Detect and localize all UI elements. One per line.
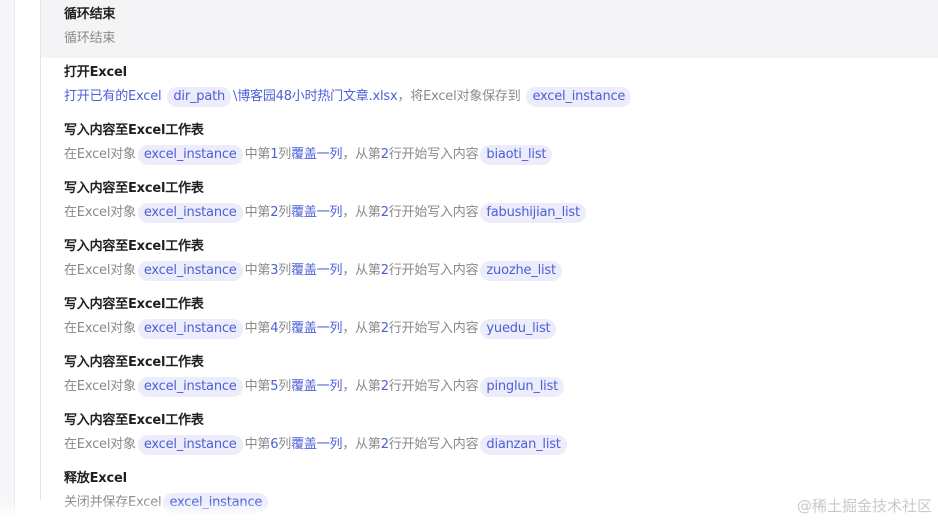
step-write-excel[interactable]: 写入内容至Excel工作表 在Excel对象 excel_instance 中第1列… (41, 116, 938, 174)
step-title: 写入内容至Excel工作表 (64, 297, 204, 312)
watermark: @稀土掘金技术社区 (796, 497, 932, 515)
row-number: 2 (380, 379, 389, 394)
write-mode[interactable]: 覆盖一列 (291, 263, 342, 278)
desc-text: 行开始写入内容 (388, 321, 479, 336)
write-mode[interactable]: 覆盖一列 (291, 205, 342, 220)
desc-text: 列 (278, 379, 292, 394)
desc-text: 列 (278, 147, 292, 162)
step-title: 写入内容至Excel工作表 (64, 123, 204, 138)
step-title: 写入内容至Excel工作表 (64, 181, 204, 196)
step-desc: 循环结束 (64, 31, 116, 46)
step-write-excel[interactable]: 写入内容至Excel工作表 在Excel对象 excel_instance 中第4列… (41, 290, 938, 348)
desc-text: ，从第 (342, 147, 381, 162)
variable-chip-dir-path[interactable]: dir_path (167, 87, 232, 107)
step-desc: 打开已有的Excel dir_path \博客园48小时热门文章.xlsx，将Ex… (64, 86, 938, 108)
desc-text: 列 (278, 437, 292, 452)
desc-prefix: 在Excel对象 (64, 205, 136, 220)
step-desc: 在Excel对象 excel_instance 中第1列覆盖一列，从第2行开始写入内… (64, 144, 938, 166)
step-write-excel[interactable]: 写入内容至Excel工作表 在Excel对象 excel_instance 中第3列… (41, 232, 938, 290)
write-mode[interactable]: 覆盖一列 (291, 321, 342, 336)
row-number: 2 (380, 263, 389, 278)
variable-chip-excel-instance[interactable]: excel_instance (137, 377, 243, 397)
desc-prefix: 在Excel对象 (64, 379, 136, 394)
row-number: 2 (380, 437, 389, 452)
desc-prefix: 在Excel对象 (64, 321, 136, 336)
write-mode[interactable]: 覆盖一列 (291, 437, 342, 452)
desc-prefix: 在Excel对象 (64, 437, 136, 452)
variable-chip-excel-instance[interactable]: excel_instance (137, 261, 243, 281)
variable-chip-excel-instance[interactable]: excel_instance (137, 145, 243, 165)
variable-chip-excel-instance[interactable]: excel_instance (137, 319, 243, 339)
row-number: 2 (380, 205, 389, 220)
row-number: 2 (380, 321, 389, 336)
variable-chip-content[interactable]: fabushijian_list (480, 203, 586, 223)
step-desc: 在Excel对象 excel_instance 中第6列覆盖一列，从第2行开始写入内… (64, 434, 938, 456)
variable-chip-content[interactable]: pinglun_list (480, 377, 565, 397)
variable-chip-content[interactable]: dianzan_list (480, 435, 567, 455)
desc-text: 列 (278, 321, 292, 336)
variable-chip-content[interactable]: yuedu_list (480, 319, 557, 339)
variable-chip-excel-instance[interactable]: excel_instance (137, 203, 243, 223)
desc-text: 行开始写入内容 (388, 205, 479, 220)
step-open-excel[interactable]: 打开Excel 打开已有的Excel dir_path \博客园48小时热门文章.… (41, 58, 938, 116)
desc-text: 中第 (244, 379, 271, 394)
desc-text: 中第 (244, 147, 271, 162)
desc-prefix: 在Excel对象 (64, 263, 136, 278)
variable-chip-excel-instance[interactable]: excel_instance (137, 435, 243, 455)
desc-text: 中第 (244, 263, 271, 278)
path-suffix: \博客园48小时热门文章.xlsx (233, 89, 398, 104)
desc-text: 中第 (244, 321, 271, 336)
desc-text: 行开始写入内容 (388, 147, 479, 162)
step-desc: 在Excel对象 excel_instance 中第5列覆盖一列，从第2行开始写入内… (64, 376, 938, 398)
step-desc: 在Excel对象 excel_instance 中第2列覆盖一列，从第2行开始写入内… (64, 202, 938, 224)
left-gutter (0, 0, 15, 521)
variable-chip-excel-instance[interactable]: excel_instance (526, 87, 632, 107)
desc-prefix: 在Excel对象 (64, 147, 136, 162)
step-loop-end[interactable]: 循环结束 循环结束 (41, 0, 938, 58)
step-write-excel[interactable]: 写入内容至Excel工作表 在Excel对象 excel_instance 中第6列… (41, 406, 938, 464)
step-desc: 在Excel对象 excel_instance 中第3列覆盖一列，从第2行开始写入内… (64, 260, 938, 282)
write-mode[interactable]: 覆盖一列 (291, 147, 342, 162)
desc-text: ，从第 (342, 205, 381, 220)
step-write-excel[interactable]: 写入内容至Excel工作表 在Excel对象 excel_instance 中第5列… (41, 348, 938, 406)
step-write-excel[interactable]: 写入内容至Excel工作表 在Excel对象 excel_instance 中第 2 列… (41, 174, 938, 232)
step-title: 写入内容至Excel工作表 (64, 355, 204, 370)
desc-text: 行开始写入内容 (388, 437, 479, 452)
write-mode[interactable]: 覆盖一列 (291, 379, 342, 394)
step-title: 打开Excel (64, 65, 127, 80)
desc-text: ，从第 (342, 321, 381, 336)
variable-chip-content[interactable]: zuozhe_list (480, 261, 562, 281)
step-title: 写入内容至Excel工作表 (64, 239, 204, 254)
step-title: 释放Excel (64, 471, 127, 486)
desc-text: 中第 (244, 205, 271, 220)
step-title: 循环结束 (64, 7, 116, 22)
desc-mid: ，将Excel对象保存到 (397, 89, 521, 104)
step-desc: 在Excel对象 excel_instance 中第4列覆盖一列，从第2行开始写入内… (64, 318, 938, 340)
desc-text: 行开始写入内容 (388, 379, 479, 394)
variable-chip-content[interactable]: biaoti_list (480, 145, 553, 165)
step-title: 写入内容至Excel工作表 (64, 413, 204, 428)
desc-text: 列 (278, 205, 292, 220)
desc-text: 中第 (244, 437, 271, 452)
desc-text: ，从第 (342, 379, 381, 394)
desc-text: ，从第 (342, 263, 381, 278)
desc-text: 行开始写入内容 (388, 263, 479, 278)
row-number: 2 (380, 147, 389, 162)
desc-text: 列 (278, 263, 292, 278)
desc-text: ，从第 (342, 437, 381, 452)
desc-prefix: 打开已有的Excel (64, 89, 162, 104)
